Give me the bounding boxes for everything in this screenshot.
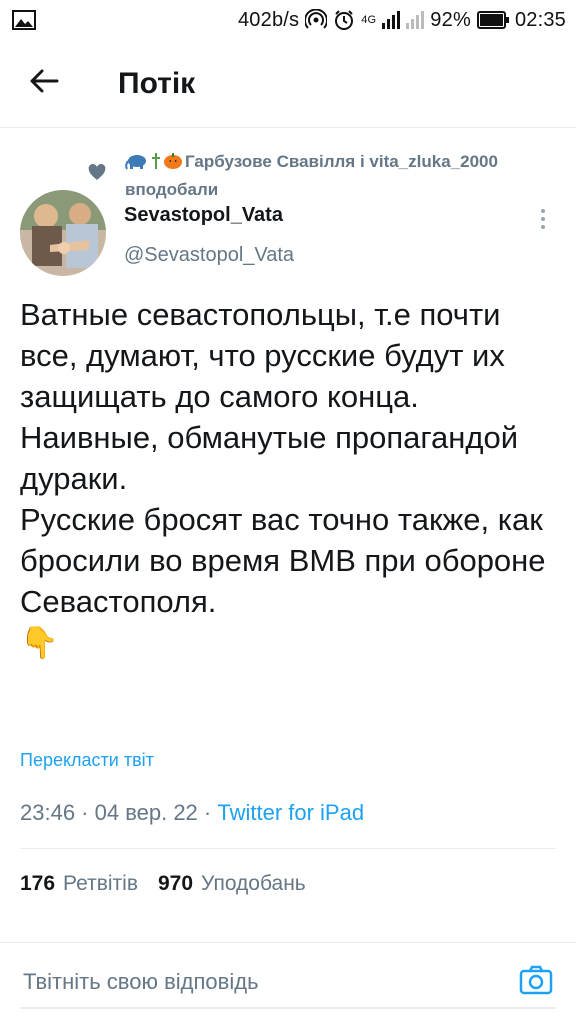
status-bar: 402b/s 4G 92% 02:35 <box>0 0 576 40</box>
top-app-bar: Потік <box>0 40 576 128</box>
more-dot <box>541 225 545 229</box>
translate-tweet-link[interactable]: Перекласти твіт <box>20 750 154 771</box>
hotspot-icon <box>305 9 328 31</box>
divider <box>20 848 556 849</box>
clock: 02:35 <box>514 8 566 31</box>
signal-icon <box>382 10 425 30</box>
retweets-label: Ретвітів <box>63 872 138 895</box>
network-speed: 402b/s <box>237 8 300 31</box>
reply-bar: Твітніть свою відповідь <box>0 942 576 1024</box>
likes-stat[interactable]: 970 Уподобань <box>158 872 306 896</box>
gallery-icon <box>12 10 36 30</box>
avatar[interactable] <box>20 190 106 276</box>
more-dot <box>541 217 545 221</box>
camera-icon <box>519 965 553 1000</box>
tweet-source-link[interactable]: Twitter for iPad <box>217 800 364 825</box>
camera-button[interactable] <box>516 962 556 1002</box>
tweet-stats: 176 Ретвітів 970 Уподобань <box>20 872 306 896</box>
alarm-icon <box>333 9 355 31</box>
retweets-count: 176 <box>20 872 56 895</box>
more-options-button[interactable] <box>530 202 556 236</box>
network-type: 4G <box>361 14 377 26</box>
heart-icon <box>88 163 106 186</box>
page-title: Потік <box>118 66 196 100</box>
tweet-text: Ватные севастопольцы, т.е почти все, дум… <box>20 297 546 660</box>
more-dot <box>541 209 545 213</box>
tweet-meta: 23:46 · 04 вер. 22 · Twitter for iPad <box>20 800 364 826</box>
battery-percent: 92% <box>430 8 471 31</box>
social-context-text: Гарбузове Свавілля і vita_zluka_2000 впо… <box>125 148 565 204</box>
name-emoji-icons <box>125 152 183 170</box>
arrow-left-icon <box>29 69 59 98</box>
reply-input[interactable]: Твітніть свою відповідь <box>20 969 516 995</box>
retweets-stat[interactable]: 176 Ретвітів <box>20 872 138 896</box>
likes-count: 970 <box>158 872 194 895</box>
author-handle[interactable]: @Sevastopol_Vata <box>124 244 294 267</box>
tweet-timestamp: 23:46 · 04 вер. 22 · <box>20 800 218 825</box>
reply-input-area[interactable]: Твітніть свою відповідь <box>20 957 556 1009</box>
author-name[interactable]: Sevastopol_Vata <box>124 204 283 227</box>
back-button[interactable] <box>0 40 88 128</box>
likes-label: Уподобань <box>201 872 306 895</box>
battery-icon <box>476 11 509 29</box>
